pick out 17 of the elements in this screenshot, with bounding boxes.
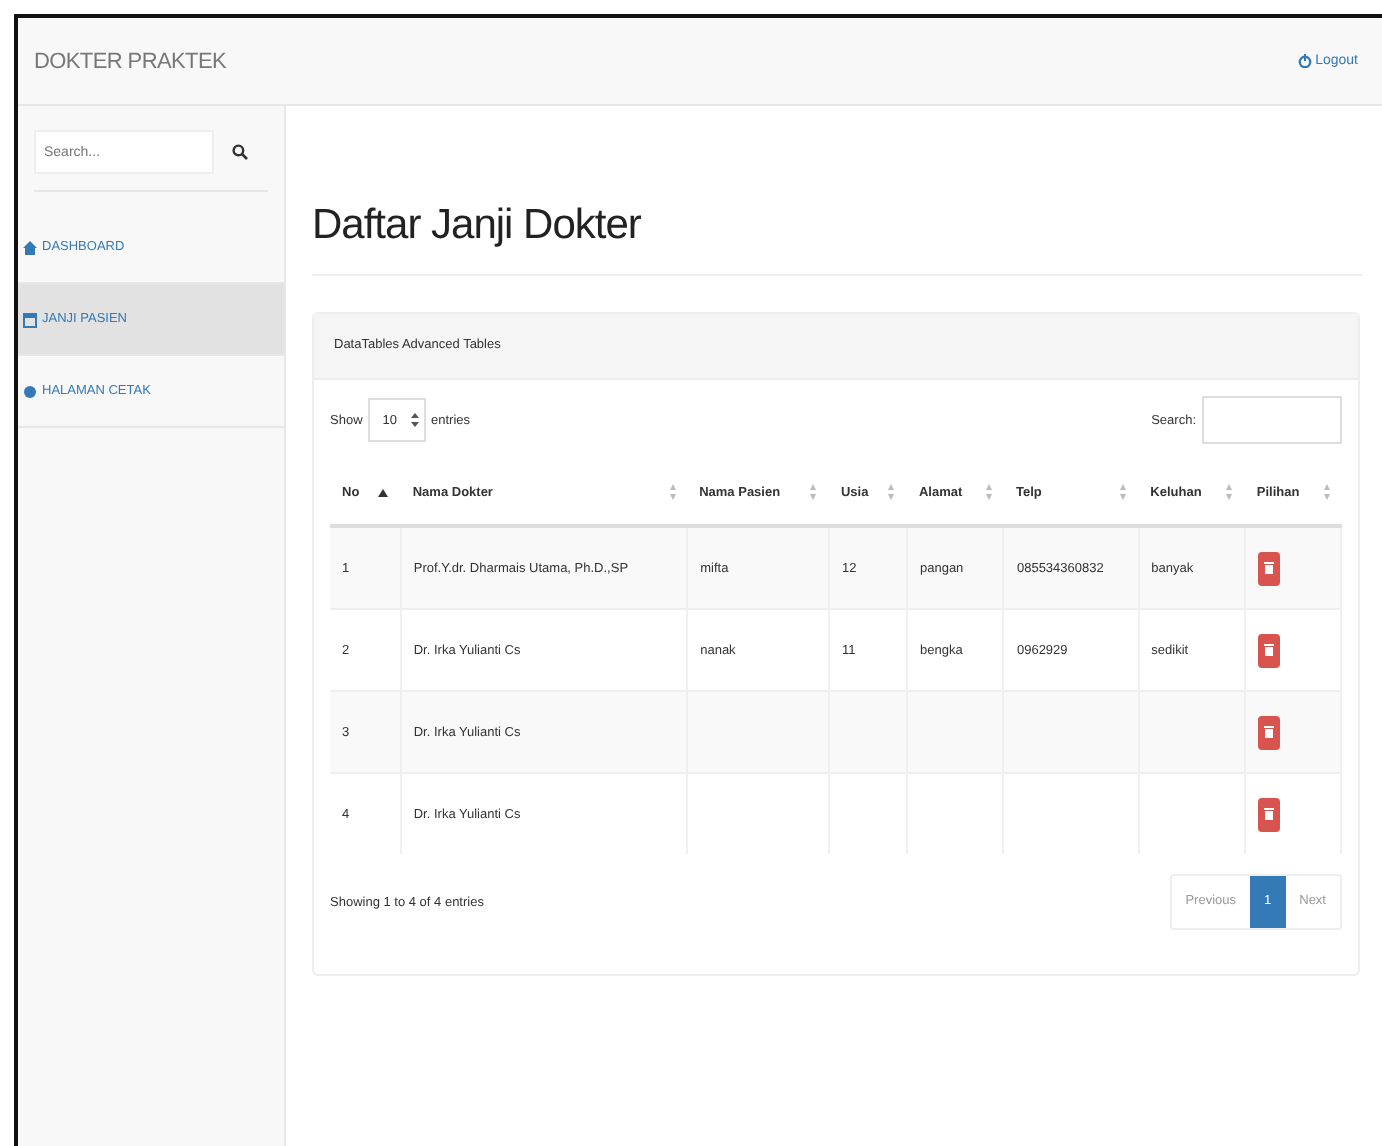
table-icon [22,311,38,327]
delete-button[interactable] [1257,797,1280,831]
delete-button[interactable] [1257,633,1280,667]
power-icon [1297,54,1312,68]
trash-icon [1263,644,1274,656]
caret-icon [409,412,419,428]
search-field[interactable] [1202,396,1342,444]
page-title: Daftar Janji Dokter [312,202,643,250]
delete-button[interactable] [1257,715,1280,749]
trash-icon [1263,726,1274,738]
trash-icon [1263,562,1274,574]
brand-title[interactable]: DOKTER PRAKTEK [34,49,227,73]
delete-button[interactable] [1257,551,1280,585]
trash-icon [1263,808,1274,820]
dot-icon [22,383,38,399]
house-icon [22,239,38,255]
search-icon [232,144,248,160]
